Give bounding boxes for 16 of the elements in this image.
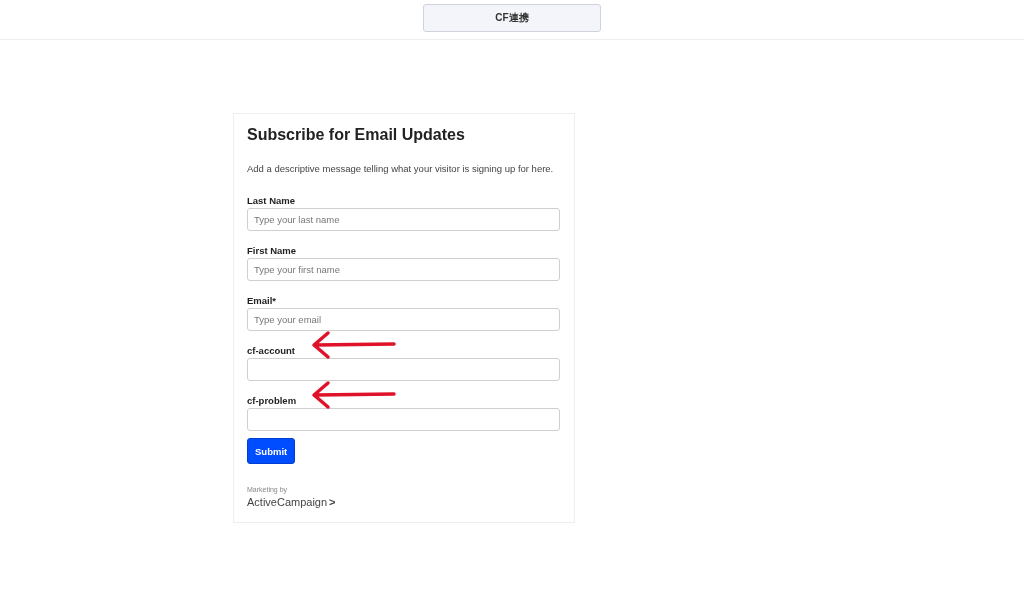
field-label: First Name [247,245,297,256]
brand-mark: > [329,496,336,508]
form-title: Subscribe for Email Updates [247,126,466,144]
input-field[interactable]: Type your email [247,308,560,331]
submit-button[interactable]: Submit [247,438,296,464]
form-description: Add a descriptive message telling what your visitor is signing up for here. [247,163,555,174]
input-field[interactable]: Type your last name [247,208,560,231]
field-label: Last Name [247,195,296,206]
input-field[interactable] [247,408,560,431]
input-field[interactable] [247,358,560,381]
cf-link-button[interactable]: CF連携 [423,4,601,32]
input-field[interactable]: Type your first name [247,258,560,281]
field-label: cf-problem [247,395,297,406]
field-label: Email* [247,295,277,306]
brand-name[interactable]: ActiveCampaign [247,496,328,508]
field-label: cf-account [247,345,296,356]
